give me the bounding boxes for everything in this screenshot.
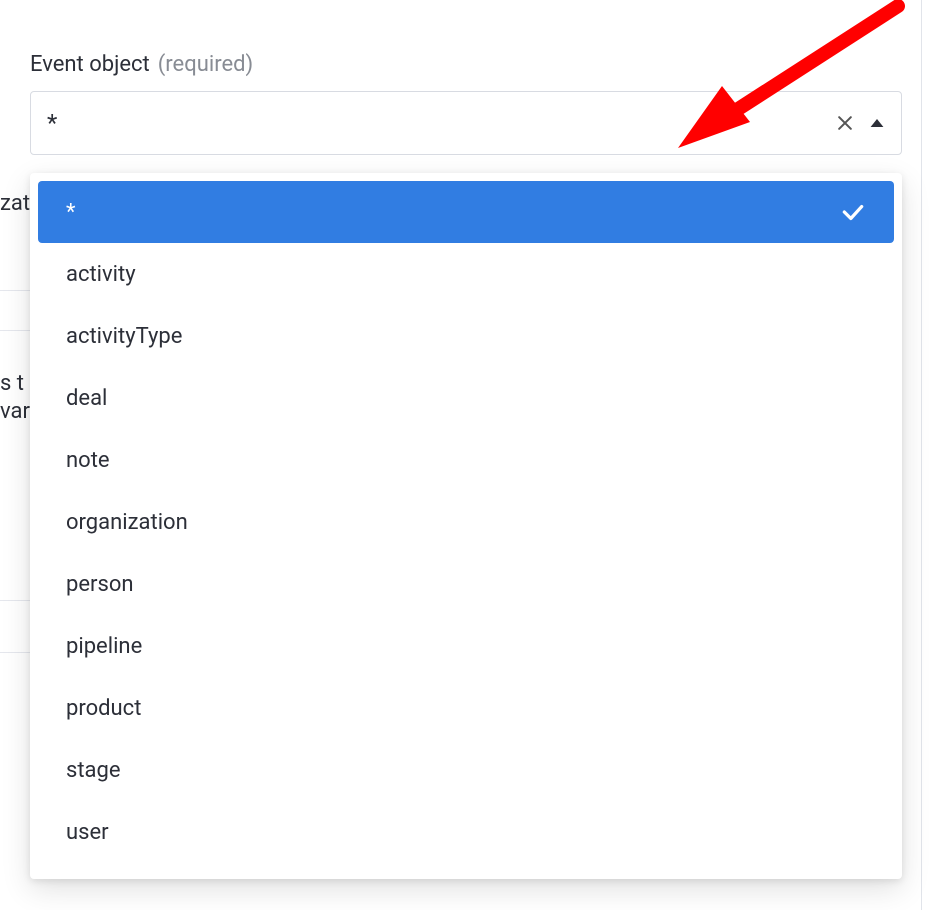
option-label: person xyxy=(66,572,866,597)
event-object-select[interactable]: * xyxy=(30,91,902,155)
option-label: deal xyxy=(66,386,866,411)
option-label: activity xyxy=(66,262,866,287)
option-activitytype[interactable]: activityType xyxy=(38,305,894,367)
background-divider xyxy=(0,290,34,291)
option-wildcard[interactable]: * xyxy=(38,181,894,243)
option-label: organization xyxy=(66,510,866,535)
clear-icon[interactable] xyxy=(835,113,855,133)
check-icon xyxy=(840,199,866,225)
option-note[interactable]: note xyxy=(38,429,894,491)
options-dropdown: * activity activityType deal note organi… xyxy=(30,173,902,879)
form-field-container: Event object (required) * * a xyxy=(30,52,902,155)
option-stage[interactable]: stage xyxy=(38,739,894,801)
option-product[interactable]: product xyxy=(38,677,894,739)
option-deal[interactable]: deal xyxy=(38,367,894,429)
field-label-row: Event object (required) xyxy=(30,52,902,77)
background-divider xyxy=(0,600,34,601)
background-text-fragment: zat xyxy=(0,190,30,218)
option-label: * xyxy=(66,200,840,225)
option-label: product xyxy=(66,696,866,721)
background-text-fragment: var xyxy=(0,398,30,426)
background-divider xyxy=(0,652,34,653)
option-organization[interactable]: organization xyxy=(38,491,894,553)
option-label: user xyxy=(66,820,866,845)
option-label: activityType xyxy=(66,324,866,349)
option-label: stage xyxy=(66,758,866,783)
option-activity[interactable]: activity xyxy=(38,243,894,305)
background-divider xyxy=(0,330,34,331)
background-text-fragment: s t xyxy=(0,370,24,398)
option-label: note xyxy=(66,448,866,473)
option-pipeline[interactable]: pipeline xyxy=(38,615,894,677)
field-label: Event object xyxy=(30,52,150,77)
select-current-value: * xyxy=(47,111,835,135)
option-person[interactable]: person xyxy=(38,553,894,615)
required-indicator: (required) xyxy=(158,52,253,77)
select-actions xyxy=(835,113,885,133)
option-label: pipeline xyxy=(66,634,866,659)
caret-up-icon[interactable] xyxy=(869,117,885,129)
option-user[interactable]: user xyxy=(38,801,894,863)
